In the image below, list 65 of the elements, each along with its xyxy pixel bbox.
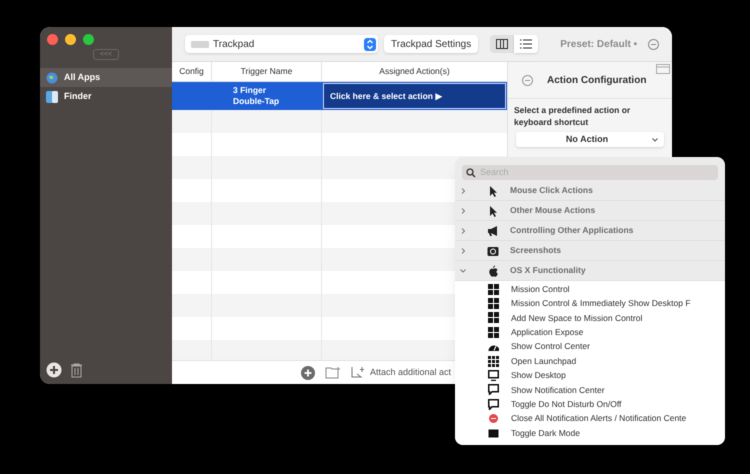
chevron-updown-icon xyxy=(364,38,376,50)
megaphone-icon xyxy=(487,224,499,236)
grid-icon xyxy=(488,326,499,338)
attach-icon xyxy=(350,366,367,379)
stop-icon xyxy=(488,413,499,424)
zoom-window-button[interactable] xyxy=(83,34,94,45)
action-item[interactable]: Toggle Do Not Disturb On/Off xyxy=(455,397,725,412)
action-item[interactable]: Close All Notification Alerts / Notification Cente xyxy=(455,412,725,426)
trigger-name-cell-text: 3 Finger Double-Tap xyxy=(232,84,280,108)
more-icon[interactable] xyxy=(648,38,659,50)
table-row[interactable]: 3 Finger Double-Tap Click here & select action ▶ xyxy=(172,82,507,110)
action-select[interactable]: No Action xyxy=(516,132,664,147)
sidebar-item[interactable]: Finder xyxy=(40,87,172,106)
speech-bubble-icon xyxy=(488,398,499,410)
trackpad-icon xyxy=(191,40,209,48)
speech-bubble-icon xyxy=(488,384,499,396)
camera-icon xyxy=(487,244,499,256)
column-header[interactable]: Config xyxy=(172,62,212,81)
action-item[interactable]: Show Control Center xyxy=(455,340,725,354)
globe-icon xyxy=(46,72,58,84)
more-icon[interactable] xyxy=(522,74,533,86)
action-item[interactable]: Toggle Dark Mode xyxy=(455,426,725,440)
window-icon xyxy=(656,64,670,74)
list-icon xyxy=(520,39,532,49)
action-item[interactable]: Mission Control xyxy=(455,282,725,296)
device-select[interactable]: Trackpad xyxy=(185,35,378,53)
grid-icon xyxy=(488,284,499,295)
prompt-text: Select a predefined action or keyboard shortcut xyxy=(513,104,632,128)
trackpad-settings-button[interactable]: Trackpad Settings xyxy=(384,35,478,53)
category-row[interactable]: Mouse Click Actions xyxy=(455,181,725,201)
close-window-button[interactable] xyxy=(47,34,58,45)
square-icon xyxy=(488,428,499,439)
sidebar-item[interactable]: All Apps xyxy=(40,68,172,87)
chevron-down-icon xyxy=(652,138,658,142)
view-toggle[interactable] xyxy=(490,35,514,53)
columns-icon xyxy=(496,39,508,49)
column-header[interactable]: Assigned Action(s) xyxy=(322,65,507,78)
apple-icon xyxy=(487,264,499,276)
action-item[interactable]: Show Desktop xyxy=(455,368,725,383)
search-icon xyxy=(466,168,476,178)
action-item[interactable]: Show Notification Center xyxy=(455,382,725,398)
attach-action-button[interactable]: Attach additional act xyxy=(350,366,451,380)
grid-icon xyxy=(488,298,499,310)
action-item[interactable]: Mission Control & Immediately Show Desktop F xyxy=(455,296,725,311)
pointer-icon xyxy=(487,204,499,216)
category-row[interactable]: Screenshots xyxy=(455,241,725,261)
grid-icon xyxy=(488,312,499,324)
finder-icon xyxy=(46,90,58,102)
panel-title: Action Configuration xyxy=(547,74,646,88)
category-row[interactable]: Controlling Other Applications xyxy=(455,221,725,241)
folder-plus-icon[interactable] xyxy=(324,366,341,379)
trash-icon[interactable] xyxy=(70,362,83,378)
action-item[interactable]: Open Launchpad xyxy=(455,354,725,368)
pointer-icon xyxy=(487,184,499,196)
select-action-button[interactable]: Click here & select action ▶ xyxy=(323,83,506,109)
category-row[interactable]: Other Mouse Actions xyxy=(455,201,725,221)
view-toggle[interactable] xyxy=(514,35,538,53)
action-item[interactable]: Application Expose xyxy=(455,325,725,340)
dot-grid-icon xyxy=(488,356,499,367)
column-header[interactable]: Trigger Name xyxy=(212,62,322,81)
add-icon[interactable] xyxy=(46,362,62,378)
action-item[interactable]: Add New Space to Mission Control xyxy=(455,310,725,326)
monitor-icon xyxy=(488,370,499,382)
add-icon[interactable] xyxy=(300,366,315,380)
minimize-window-button[interactable] xyxy=(65,34,76,45)
